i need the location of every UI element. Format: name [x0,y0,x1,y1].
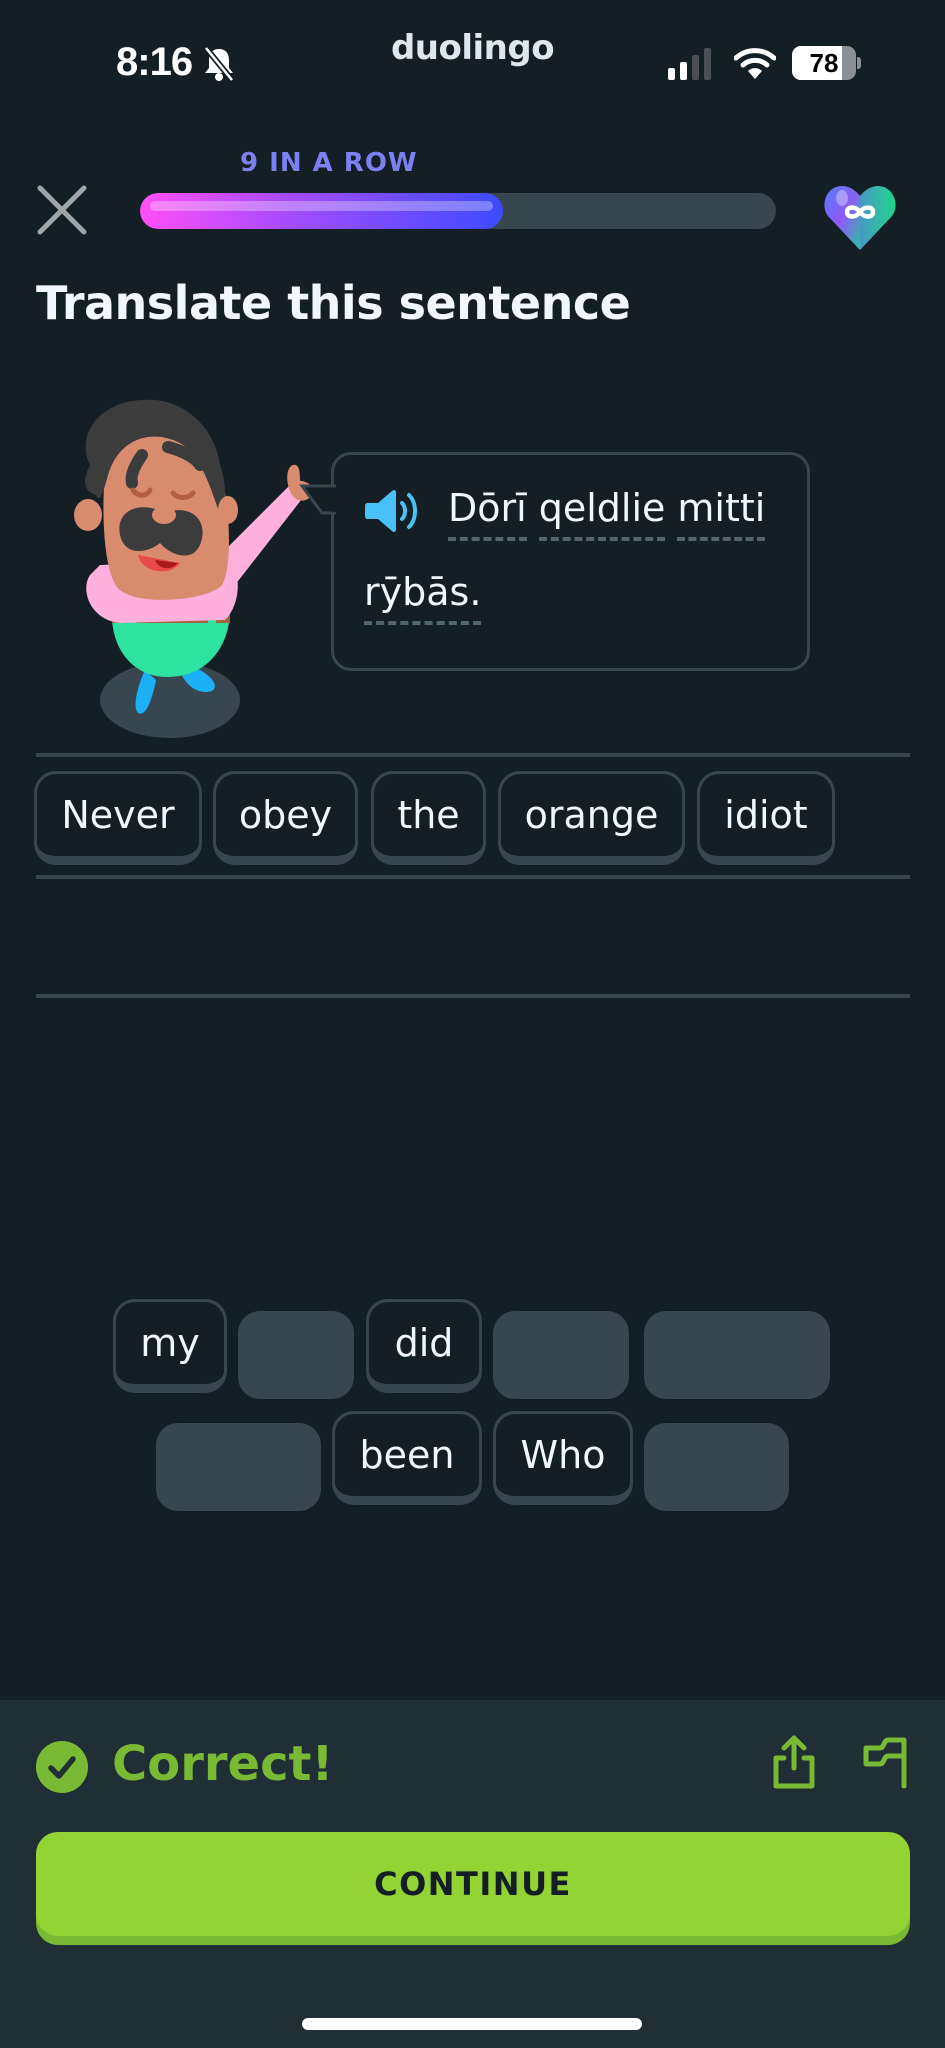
sentence-word[interactable]: qeldlie [538,486,666,541]
word-bank-tile[interactable]: my [113,1299,227,1393]
battery-percent: 78 [809,48,839,78]
speech-bubble [331,452,810,671]
word-bank-empty-slot [644,1423,789,1511]
sentence-word[interactable]: rȳbās. [364,570,482,625]
word-bank-empty-slot [493,1311,629,1399]
answer-tile[interactable]: obey [213,771,358,865]
answer-tile[interactable]: orange [498,771,685,865]
status-bar: 8:16 duolingo 78 [0,0,945,120]
word-bank-empty-slot [644,1311,830,1399]
continue-button[interactable]: CONTINUE [36,1832,910,1936]
close-icon[interactable] [34,182,90,238]
sentence-word[interactable]: Dōrī [448,486,527,541]
word-bank-empty-slot [156,1423,321,1511]
wifi-icon [734,48,776,79]
word-bank-tile[interactable]: been [332,1411,482,1505]
lesson-progress-bar [140,193,776,229]
speech-bubble-tail [299,484,336,515]
home-indicator [302,2018,642,2030]
feedback-status: Correct! [112,1736,334,1792]
challenge-title: Translate this sentence [36,276,631,330]
answer-line-top [36,753,910,757]
share-icon[interactable] [770,1734,818,1790]
battery-icon: 78 [792,46,862,80]
cellular-signal-icon [668,48,711,80]
word-bank-empty-slot [238,1311,354,1399]
sentence-line-2: rȳbās. [364,570,493,625]
word-bank-tile[interactable]: Who [493,1411,633,1505]
speaker-icon[interactable] [364,486,424,536]
lesson-progress-fill [140,193,503,229]
streak-label: 9 IN A ROW [240,148,418,178]
sentence-line-1: Dōrī qeldlie mitti [448,486,777,541]
answer-tile[interactable]: idiot [697,771,835,865]
answer-line-middle [36,875,910,879]
word-bank-tile[interactable]: did [366,1299,482,1393]
answer-tile[interactable]: Never [34,771,202,865]
report-flag-icon[interactable] [860,1734,910,1790]
check-circle-icon [36,1741,88,1793]
answer-line-bottom [36,994,910,998]
infinite-hearts-icon[interactable] [822,180,898,252]
sentence-word[interactable]: mitti [677,486,766,541]
answer-tile[interactable]: the [371,771,486,865]
character-illustration [74,399,313,738]
